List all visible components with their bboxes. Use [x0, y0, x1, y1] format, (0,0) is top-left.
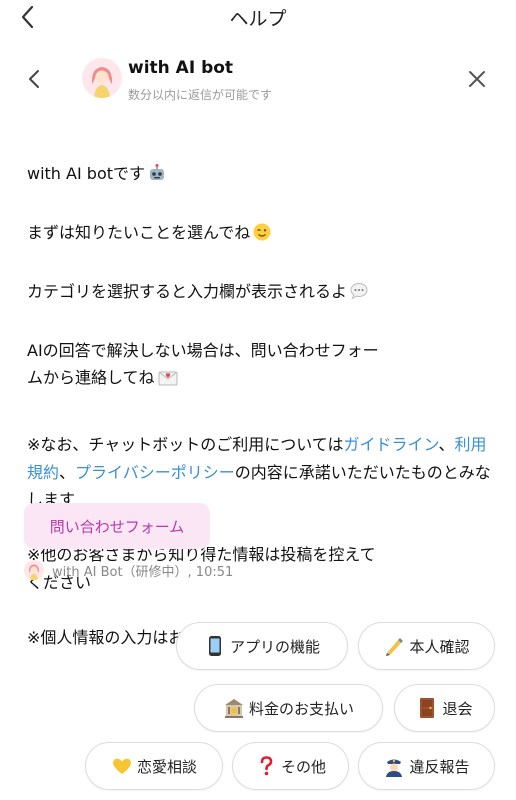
door-icon	[416, 697, 438, 719]
message-line: with AI botです	[27, 163, 146, 183]
separator: 、	[438, 435, 455, 454]
guideline-link[interactable]: ガイドライン	[343, 435, 438, 454]
chip-label: その他	[280, 757, 326, 776]
envelope-icon	[157, 367, 179, 396]
contact-form-button[interactable]: 問い合わせフォーム	[24, 503, 210, 549]
chip-label: 退会	[442, 699, 473, 718]
pen-icon	[383, 635, 405, 657]
quick-reply-payment[interactable]: 料金のお支払い	[194, 684, 383, 732]
sender-timestamp: with AI Bot（研修中）, 10:51	[52, 564, 234, 580]
quick-reply-other[interactable]: その他	[232, 742, 349, 790]
robot-icon	[147, 163, 167, 192]
chevron-left-icon	[29, 70, 39, 88]
quick-reply-identity-verification[interactable]: 本人確認	[358, 622, 495, 670]
phone-icon	[204, 635, 226, 657]
separator: 、	[59, 462, 76, 482]
top-bar: ヘルプ	[0, 0, 516, 34]
privacy-policy-link[interactable]: プライバシーポリシー	[75, 463, 235, 482]
chip-label: 料金のお支払い	[248, 699, 354, 718]
message-line: AIの回答で解決しない場合は、問い合わせフォー ムから連絡してね	[27, 340, 379, 388]
quick-reply-love-advice[interactable]: 恋愛相談	[85, 742, 223, 790]
bot-avatar	[82, 58, 122, 98]
message-meta: with AI Bot（研修中）, 10:51	[24, 559, 233, 581]
chip-label: 違反報告	[409, 757, 470, 776]
reply-status: 数分以内に返信が可能です	[128, 88, 273, 102]
bot-avatar-small	[24, 560, 44, 580]
police-icon	[383, 755, 405, 777]
page-title: ヘルプ	[229, 8, 287, 30]
quick-reply-app-features[interactable]: アプリの機能	[176, 622, 348, 670]
question-icon	[255, 755, 277, 777]
quick-reply-report-violation[interactable]: 違反報告	[358, 742, 495, 790]
bot-name: with AI bot	[128, 58, 234, 78]
wink-icon	[252, 222, 272, 251]
yellow-heart-icon	[111, 755, 133, 777]
notice-text: ※なお、チャットボットのご利用については	[27, 435, 344, 454]
message-line: カテゴリを選択すると入力欄が表示されるよ	[27, 281, 348, 301]
close-icon	[469, 71, 485, 87]
quick-reply-withdraw[interactable]: 退会	[394, 684, 495, 732]
close-button[interactable]	[464, 66, 490, 92]
chat-back-button[interactable]	[22, 64, 48, 94]
chat-header: with AI bot 数分以内に返信が可能です	[0, 48, 516, 110]
bank-icon	[223, 697, 245, 719]
speech-bubble-icon	[349, 281, 369, 310]
chip-label: アプリの機能	[229, 637, 320, 656]
chip-label: 恋愛相談	[136, 757, 197, 776]
message-line: まずは知りたいことを選んでね	[27, 222, 251, 242]
chip-label: 本人確認	[409, 637, 470, 656]
